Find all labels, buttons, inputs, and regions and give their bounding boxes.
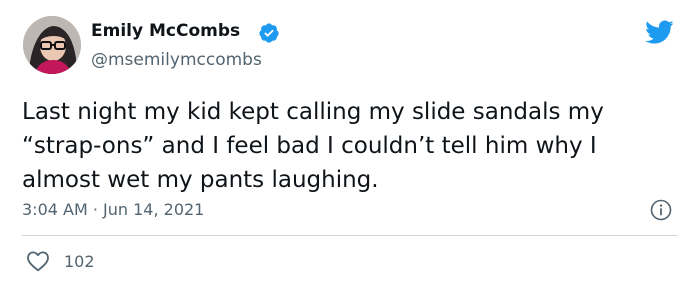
twitter-bird-icon[interactable] (641, 17, 677, 47)
tweet-text: Last night my kid kept calling my slide … (22, 99, 604, 193)
author-name[interactable]: Emily McCombs (91, 21, 240, 41)
like-count[interactable]: 102 (64, 252, 95, 271)
author-handle[interactable]: @msemilymccombs (91, 50, 262, 70)
divider (22, 235, 678, 236)
heart-icon[interactable] (26, 250, 50, 272)
tweet-card: Emily McCombs @msemilymccombs Last night… (0, 0, 700, 289)
info-icon[interactable] (649, 198, 673, 222)
avatar-image (23, 16, 81, 74)
avatar[interactable] (23, 16, 81, 74)
verified-badge-icon (259, 23, 279, 43)
tweet-timestamp[interactable]: 3:04 AM · Jun 14, 2021 (22, 200, 204, 219)
